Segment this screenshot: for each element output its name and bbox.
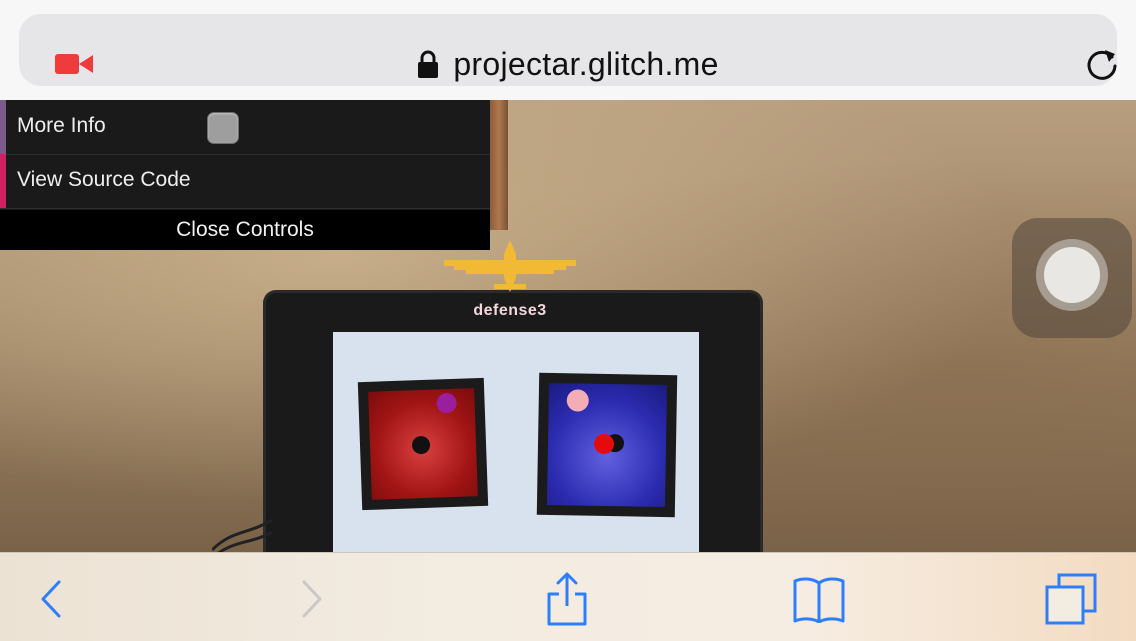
url-field[interactable]: projectar.glitch.me — [19, 14, 1117, 86]
more-info-label: More Info — [17, 114, 106, 137]
assistive-touch-button[interactable] — [1012, 218, 1132, 338]
tabs-button[interactable] — [1043, 571, 1099, 627]
target-dot — [436, 392, 457, 414]
wall-post — [490, 100, 508, 230]
target-hole — [411, 435, 431, 455]
more-info-row[interactable]: More Info — [0, 100, 490, 155]
row-accent — [0, 100, 6, 154]
row-accent — [0, 154, 6, 208]
bookmarks-button[interactable] — [791, 571, 847, 627]
ar-plane: defense3 — [440, 240, 580, 330]
more-info-checkbox[interactable] — [207, 112, 239, 144]
url-text: projectar.glitch.me — [453, 45, 719, 82]
view-source-row[interactable]: View Source Code — [0, 154, 490, 209]
target-dot — [566, 389, 589, 412]
controls-panel: More Info View Source Code Close Control… — [0, 100, 490, 250]
cables — [212, 518, 272, 552]
ar-marker-blue — [536, 372, 678, 518]
bookmarks-icon — [793, 577, 845, 623]
back-icon — [41, 580, 61, 618]
plane-label: defense3 — [473, 302, 547, 319]
tabs-icon — [1045, 573, 1097, 625]
share-icon — [547, 572, 587, 626]
assistive-touch-dot — [1044, 247, 1100, 303]
forward-icon — [302, 580, 322, 618]
assistive-touch-ring — [1036, 239, 1108, 311]
back-button[interactable] — [23, 571, 79, 627]
share-button[interactable] — [539, 571, 595, 627]
close-controls-button[interactable]: Close Controls — [0, 210, 490, 250]
lock-icon — [418, 50, 439, 78]
reload-icon[interactable] — [1085, 46, 1119, 82]
browser-address-bar: projectar.glitch.me — [0, 0, 1136, 101]
forward-button[interactable] — [284, 571, 340, 627]
ar-marker-red — [357, 377, 489, 511]
view-source-label: View Source Code — [17, 168, 191, 191]
browser-toolbar — [0, 552, 1136, 641]
